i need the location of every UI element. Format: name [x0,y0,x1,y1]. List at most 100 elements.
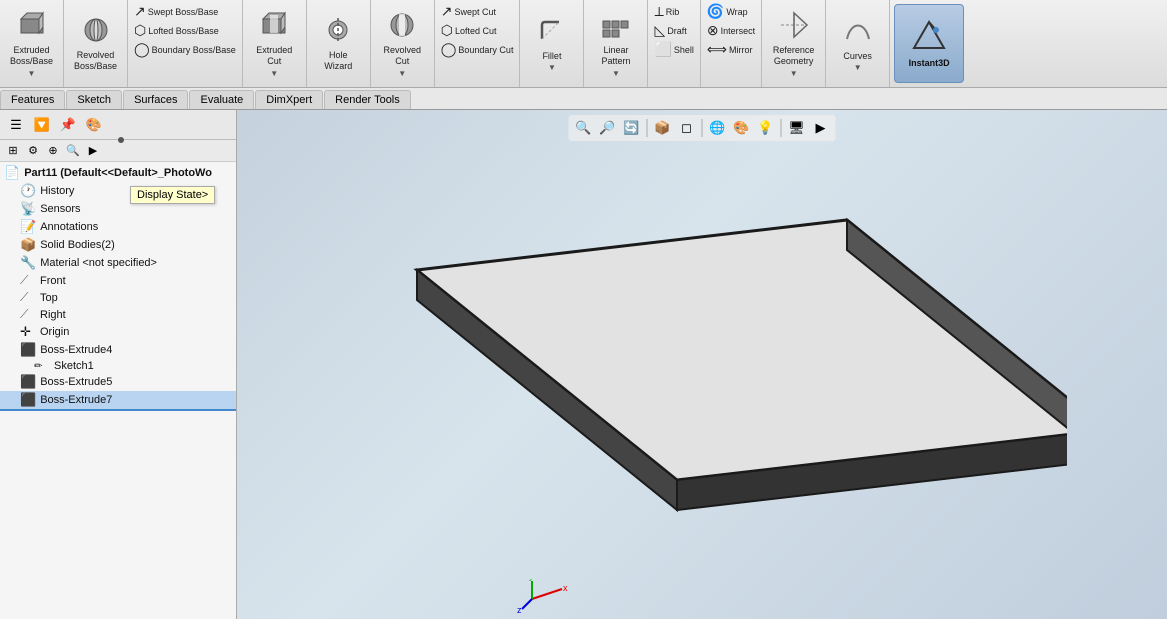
filter-button[interactable]: 🔽 [30,114,54,136]
rib-button[interactable]: ⟂ Rib [651,2,696,21]
color-button[interactable]: 🎨 [731,117,753,139]
wrap-button[interactable]: 🌀 Wrap [704,2,758,21]
reference-geometry-button[interactable]: ReferenceGeometry [766,9,821,69]
extruded-cut-button[interactable]: ExtrudedCut [247,9,302,69]
lofted-cut-button[interactable]: ⬡ Lofted Cut [438,21,517,40]
extruded-cut-label: ExtrudedCut [256,45,292,67]
more-button[interactable]: ▶ [810,117,832,139]
left-panel-toolbar: ☰ 🔽 📌 🎨 [0,110,236,140]
tree-label-boss-extrude4: Boss-Extrude4 [40,344,112,356]
linear-pattern-dropdown[interactable]: ▼ [612,69,620,78]
tab-evaluate[interactable]: Evaluate [189,90,254,109]
fillet-dropdown[interactable]: ▼ [548,63,556,72]
settings-icon-button[interactable]: ⚙ [24,142,42,160]
boundary-cut-button[interactable]: ◯ Boundary Cut [438,40,517,59]
tab-dimxpert[interactable]: DimXpert [255,90,323,109]
extruded-boss-button[interactable]: ExtrudedBoss/Base [4,9,59,69]
tab-sketch[interactable]: Sketch [66,90,122,109]
hole-wizard-button[interactable]: HoleWizard [311,14,366,74]
extruded-cut-dropdown[interactable]: ▼ [270,69,278,78]
lofted-boss-button[interactable]: ⬡ Lofted Boss/Base [131,21,239,40]
swept-cut-button[interactable]: ↗ Swept Cut [438,2,517,21]
curves-dropdown[interactable]: ▼ [854,63,862,72]
tree-item-sketch1[interactable]: ✏ Sketch1 [0,359,236,373]
boss-extrude7-icon: ⬛ [20,392,36,408]
draft-button[interactable]: ◺ Draft [651,21,696,40]
render-mode-button[interactable]: 🌐 [707,117,729,139]
tooltip-popup: Display State> [130,186,215,204]
search-icon-button[interactable]: 🔍 [64,142,82,160]
revolved-cut-button[interactable]: RevolvedCut [375,9,430,69]
reference-geometry-dropdown[interactable]: ▼ [790,69,798,78]
tree-item-boss-extrude4[interactable]: ⬛ Boss-Extrude4 [0,341,236,359]
section-view-button[interactable]: ◻ [676,117,698,139]
rib-label: Rib [666,7,680,17]
swept-boss-button[interactable]: ↗ Swept Boss/Base [131,2,239,21]
extruded-cut-group: ExtrudedCut ▼ [243,0,307,87]
wrap-icon: 🌀 [707,3,724,20]
tree-item-top[interactable]: ⟋ Top [0,289,236,306]
3d-viewport[interactable]: 🔍 🔎 🔄 📦 ◻ 🌐 🎨 💡 🖥 ▶ [237,110,1167,619]
instant3d-button[interactable]: Instant3D [894,4,964,83]
list-view-button[interactable]: ☰ [4,114,28,136]
collapse-icon-button[interactable]: ⊕ [44,142,62,160]
tab-surfaces[interactable]: Surfaces [123,90,188,109]
right-arrow-icon-button[interactable]: ▶ [84,142,102,160]
linear-pattern-button[interactable]: LinearPattern [588,9,643,69]
tree-item-right[interactable]: ⟋ Right [0,306,236,323]
extruded-boss-label: ExtrudedBoss/Base [10,45,53,67]
swept-boss-label: Swept Boss/Base [148,7,219,17]
tree-item-annotations[interactable]: 📝 Annotations [0,218,236,236]
intersect-button[interactable]: ⊗ Intersect [704,21,758,40]
rotate-button[interactable]: 🔄 [621,117,643,139]
tab-features[interactable]: Features [0,90,65,109]
rib-draft-shell-stack: ⟂ Rib ◺ Draft ⬜ Shell [648,0,700,87]
revolved-cut-label: RevolvedCut [383,45,421,67]
tree-item-boss-extrude5[interactable]: ⬛ Boss-Extrude5 [0,373,236,391]
linear-pattern-group: LinearPattern ▼ [584,0,648,87]
view-orientation-button[interactable]: 📦 [652,117,674,139]
curves-group: Curves ▼ [826,0,890,87]
tree-item-material[interactable]: 🔧 Material <not specified> [0,254,236,272]
tree-item-solid-bodies[interactable]: 📦 Solid Bodies(2) [0,236,236,254]
tab-render-tools[interactable]: Render Tools [324,90,411,109]
color-picker-button[interactable]: 🎨 [82,114,106,136]
linear-pattern-label: LinearPattern [601,45,630,67]
extruded-boss-dropdown[interactable]: ▼ [28,69,36,78]
tree-item-front[interactable]: ⟋ Front [0,272,236,289]
filter-icon-button[interactable]: ⊞ [4,142,22,160]
swept-cut-icon: ↗ [441,3,453,20]
reference-geometry-group: ReferenceGeometry ▼ [762,0,826,87]
lofted-cut-icon: ⬡ [441,22,453,39]
svg-text:x: x [563,583,568,593]
tree-label-boss-extrude7: Boss-Extrude7 [40,394,112,406]
wrap-intersect-mirror-stack: 🌀 Wrap ⊗ Intersect ⟺ Mirror [701,0,762,87]
mirror-button[interactable]: ⟺ Mirror [704,40,758,59]
revolved-cut-dropdown[interactable]: ▼ [398,69,406,78]
revolved-boss-button[interactable]: RevolvedBoss/Base [68,14,123,74]
extruded-boss-icon [17,11,47,43]
tree-item-boss-extrude7[interactable]: ⬛ Boss-Extrude7 [0,391,236,411]
hole-wizard-icon [323,16,353,48]
curves-button[interactable]: Curves [830,15,885,64]
tree-label-origin: Origin [40,326,69,338]
pin-button[interactable]: 📌 [56,114,80,136]
reference-geometry-label: ReferenceGeometry [773,45,815,67]
fillet-button[interactable]: Fillet [524,15,579,64]
boss-extrude4-icon: ⬛ [20,342,36,358]
boundary-cut-label: Boundary Cut [458,45,513,55]
display-settings-button[interactable]: 🖥 [786,117,808,139]
zoom-to-fit-button[interactable]: 🔍 [573,117,595,139]
shell-button[interactable]: ⬜ Shell [651,40,696,59]
tree-item-origin[interactable]: ✛ Origin [0,323,236,341]
tree-label-material: Material <not specified> [40,257,157,269]
boundary-boss-button[interactable]: ◯ Boundary Boss/Base [131,40,239,59]
tree-item-part11[interactable]: 📄 Part11 (Default<<Default>_PhotoWo [0,164,236,182]
svg-text:y: y [529,579,534,581]
light-button[interactable]: 💡 [755,117,777,139]
fillet-group: Fillet ▼ [520,0,584,87]
zoom-in-button[interactable]: 🔎 [597,117,619,139]
part-icon: 📄 [4,165,20,181]
left-panel-icon-row: ⊞ ⚙ ⊕ 🔍 ▶ [0,140,236,162]
tree-label-sensors: Sensors [40,203,80,215]
